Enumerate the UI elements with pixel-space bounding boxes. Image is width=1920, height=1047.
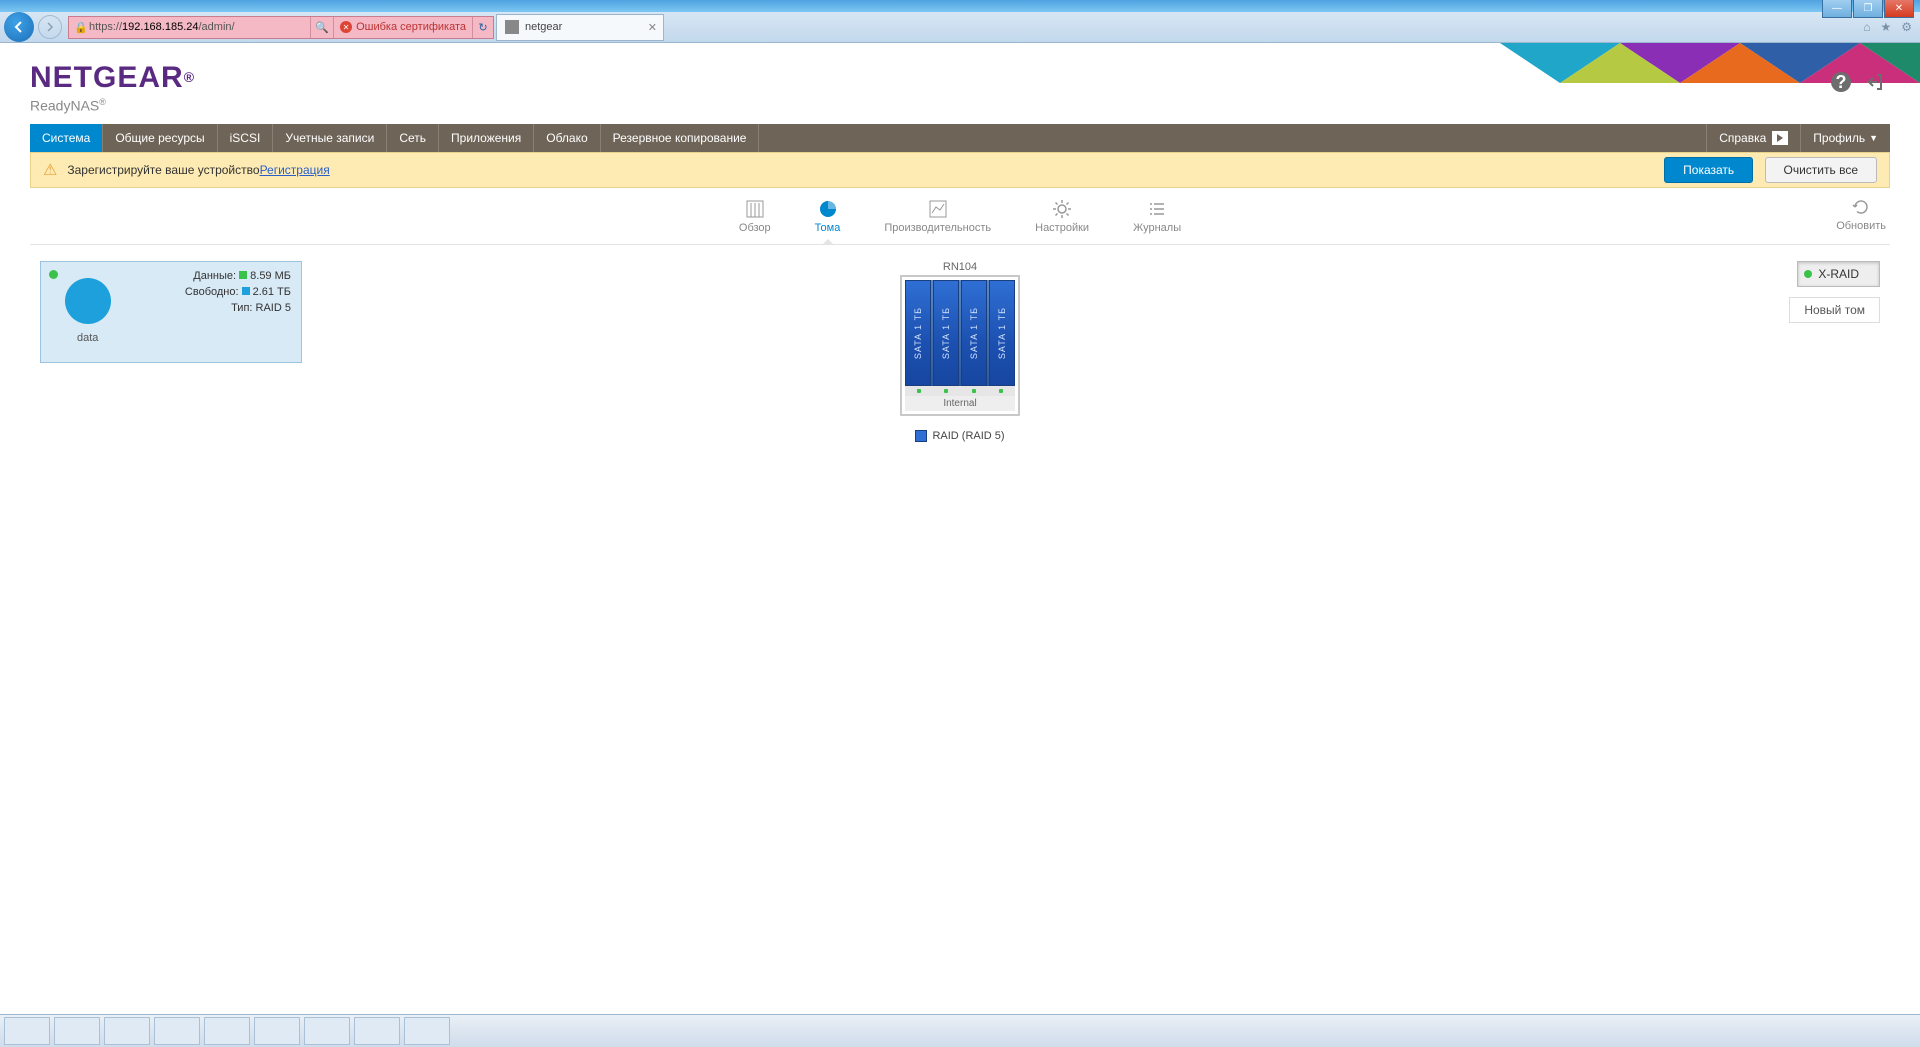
drive-bay-2[interactable]: SATA 1 ТБ [933, 280, 959, 386]
taskbar-item[interactable] [354, 1017, 400, 1045]
tab-close-icon[interactable]: ✕ [648, 21, 657, 34]
sub-toolbar: Обзор Тома Производительность Настройки … [30, 188, 1890, 245]
url-protocol: https:// [89, 21, 122, 33]
type-label: Тип: [231, 302, 252, 314]
address-bar[interactable]: 🔒 https://192.168.185.24/admin/ 🔍 ✕Ошибк… [68, 16, 494, 39]
taskbar-item[interactable] [204, 1017, 250, 1045]
product-reg-mark: ® [99, 97, 106, 107]
taskbar-item[interactable] [54, 1017, 100, 1045]
refresh-icon [1850, 196, 1872, 218]
free-color-swatch [242, 287, 250, 295]
data-color-swatch [239, 271, 247, 279]
search-icon[interactable]: 🔍 [310, 17, 333, 38]
drive-bay-1[interactable]: SATA 1 ТБ [905, 280, 931, 386]
performance-icon [927, 198, 949, 220]
alert-clear-button[interactable]: Очистить все [1765, 157, 1877, 183]
subtab-settings[interactable]: Настройки [1035, 188, 1089, 244]
raid-legend: RAID (RAID 5) [900, 430, 1020, 442]
browser-tab[interactable]: netgear ✕ [496, 14, 664, 41]
product-name: ReadyNAS [30, 98, 99, 114]
subtab-overview[interactable]: Обзор [739, 188, 771, 244]
enclosure-caption: Internal [905, 396, 1015, 411]
data-value: 8.59 МБ [250, 270, 291, 282]
alert-show-button[interactable]: Показать [1664, 157, 1753, 183]
enclosure-diagram: RN104 SATA 1 ТБ SATA 1 ТБ SATA 1 ТБ SATA… [900, 261, 1020, 442]
taskbar-item[interactable] [104, 1017, 150, 1045]
enclosure-leds [905, 386, 1015, 396]
content-area: data Данные: 8.59 МБ Свободно: 2.61 ТБ Т… [30, 261, 1890, 661]
taskbar-item[interactable] [254, 1017, 300, 1045]
type-value: RAID 5 [256, 302, 291, 314]
nav-network[interactable]: Сеть [387, 124, 439, 152]
windows-taskbar[interactable] [0, 1014, 1920, 1047]
help-icon[interactable]: ? [1830, 71, 1852, 93]
home-icon[interactable]: ⌂ [1863, 20, 1870, 34]
nav-apps[interactable]: Приложения [439, 124, 534, 152]
play-icon [1772, 131, 1788, 145]
new-volume-button[interactable]: Новый том [1789, 297, 1880, 323]
url-host: 192.168.185.24 [122, 21, 198, 33]
subtab-logs[interactable]: Журналы [1133, 188, 1181, 244]
free-label: Свободно: [185, 286, 239, 298]
free-value: 2.61 ТБ [253, 286, 291, 298]
nav-system[interactable]: Система [30, 124, 103, 152]
gear-icon [1051, 198, 1073, 220]
alert-bar: ⚠ Зарегистрируйте ваше устройство Регист… [30, 152, 1890, 188]
main-nav: Система Общие ресурсы iSCSI Учетные запи… [30, 124, 1890, 152]
nav-backup[interactable]: Резервное копирование [601, 124, 760, 152]
nav-help[interactable]: Справка [1706, 124, 1800, 152]
favorites-icon[interactable]: ★ [1880, 20, 1891, 34]
volumes-icon [817, 198, 839, 220]
window-titlebar: — ❐ ✕ [0, 0, 1920, 12]
alert-register-link[interactable]: Регистрация [260, 163, 330, 177]
nav-profile[interactable]: Профиль▼ [1800, 124, 1890, 152]
lock-icon: 🔒 [73, 21, 89, 34]
toggle-indicator-icon [1804, 270, 1812, 278]
nav-back-button[interactable] [4, 12, 34, 42]
overview-icon [744, 198, 766, 220]
volume-pie-chart [65, 278, 111, 324]
list-icon [1146, 198, 1168, 220]
page-header: NETGEAR® ReadyNAS® ? [0, 43, 1920, 124]
address-refresh-icon[interactable]: ↻ [472, 17, 493, 38]
taskbar-item[interactable] [304, 1017, 350, 1045]
tab-title: netgear [525, 21, 562, 33]
refresh-button[interactable]: Обновить [1836, 196, 1886, 232]
alert-text: Зарегистрируйте ваше устройство [67, 163, 259, 177]
certificate-error-text: Ошибка сертификата [356, 21, 466, 33]
brand-logo: NETGEAR [30, 61, 184, 94]
taskbar-item[interactable] [154, 1017, 200, 1045]
tools-icon[interactable]: ⚙ [1901, 20, 1912, 34]
tab-favicon [505, 20, 519, 34]
nav-accounts[interactable]: Учетные записи [273, 124, 387, 152]
browser-toolbar: 🔒 https://192.168.185.24/admin/ 🔍 ✕Ошибк… [0, 12, 1920, 43]
data-label: Данные: [193, 270, 236, 282]
nav-iscsi[interactable]: iSCSI [218, 124, 274, 152]
nav-forward-button[interactable] [38, 15, 62, 39]
taskbar-item[interactable] [404, 1017, 450, 1045]
taskbar-item[interactable] [4, 1017, 50, 1045]
subtab-volumes[interactable]: Тома [815, 188, 841, 244]
brand-reg-mark: ® [184, 69, 195, 85]
enclosure-model: RN104 [900, 261, 1020, 273]
nav-shares[interactable]: Общие ресурсы [103, 124, 217, 152]
volume-name: data [77, 332, 98, 344]
window-maximize-button[interactable]: ❐ [1853, 0, 1883, 18]
status-dot-icon [49, 270, 58, 279]
window-minimize-button[interactable]: — [1822, 0, 1852, 18]
window-close-button[interactable]: ✕ [1884, 0, 1914, 18]
volume-card[interactable]: data Данные: 8.59 МБ Свободно: 2.61 ТБ Т… [40, 261, 302, 363]
logout-icon[interactable] [1864, 71, 1886, 93]
nav-cloud[interactable]: Облако [534, 124, 600, 152]
drive-bay-4[interactable]: SATA 1 ТБ [989, 280, 1015, 386]
warning-icon: ⚠ [43, 160, 57, 180]
certificate-error[interactable]: ✕Ошибка сертификата [333, 17, 472, 38]
xraid-toggle[interactable]: X-RAID [1797, 261, 1880, 287]
chevron-down-icon: ▼ [1869, 133, 1878, 143]
url-path: /admin/ [199, 21, 235, 33]
subtab-performance[interactable]: Производительность [884, 188, 991, 244]
drive-bay-3[interactable]: SATA 1 ТБ [961, 280, 987, 386]
